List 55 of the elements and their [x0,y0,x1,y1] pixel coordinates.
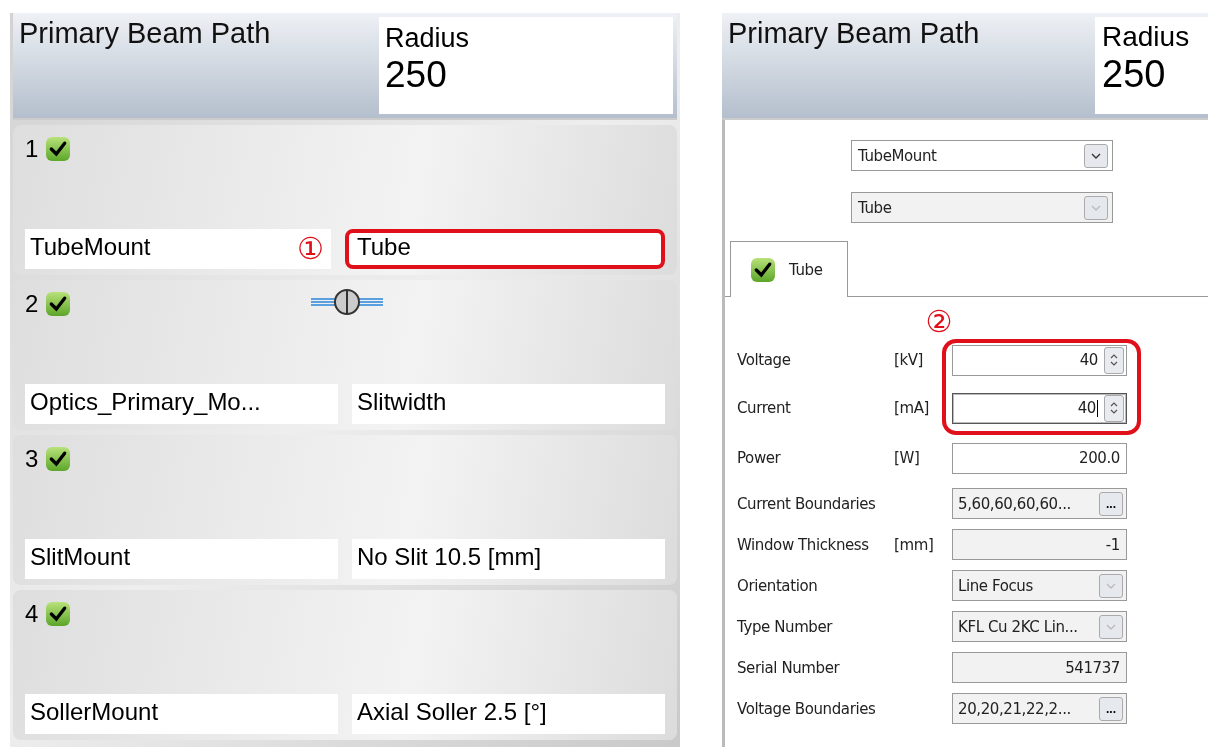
slot-number: 3 [25,445,39,473]
callout-number: ② [925,302,952,339]
unit-label: [kV] [894,351,925,369]
field-label: Voltage Boundaries [737,699,877,718]
component-field[interactable]: Axial Soller 2.5 [°] [352,694,665,734]
text-input[interactable]: -1 [952,529,1127,560]
list-value: 20,20,21,22,2... [958,699,1071,718]
callout-number: ① [297,231,324,266]
checkbox[interactable] [46,292,71,316]
browse-button[interactable]: ... [1099,491,1123,516]
unit-label: [W] [894,449,921,467]
checkbox[interactable] [46,137,71,161]
list-input[interactable]: 20,20,21,22,2... ... [952,693,1127,724]
text-input[interactable]: 541737 [952,652,1127,683]
browse-button[interactable]: ... [1099,696,1123,721]
lens-icon [309,288,385,316]
number-input[interactable]: 40 [952,344,1127,376]
radius-value: 250 [385,54,448,96]
radius-label: Radius [1102,21,1191,53]
dropdown[interactable]: TubeMount [851,140,1113,171]
mount-field[interactable]: Optics_Primary_Mo... [25,384,338,424]
dropdown[interactable]: Line Focus [952,570,1127,601]
spinner-icon[interactable] [1104,394,1124,422]
component-field[interactable]: Slitwidth [352,384,665,424]
field-label: Current [737,399,792,417]
spinner-icon[interactable] [1104,346,1124,374]
checkbox-icon [751,257,775,282]
unit-label: [mA] [894,399,930,417]
dropdown[interactable]: KFL Cu 2KC Lin... [952,611,1127,642]
mount-field[interactable]: SollerMount [25,694,338,734]
field-label: Power [737,449,782,467]
field-label: Voltage [737,351,792,369]
radius-label: Radius [385,23,471,54]
field-label: Window Thickness [737,535,870,554]
radius-value: 250 [1102,53,1167,96]
field-label: Type Number [737,617,834,636]
checkbox[interactable] [46,447,71,471]
component-field[interactable]: Tube [345,229,665,269]
text-input[interactable]: 200.0 [952,442,1127,474]
unit-label: [mm] [894,535,935,554]
number-input[interactable]: 40 [952,392,1127,424]
panel-title: Primary Beam Path [727,16,981,51]
list-value: 5,60,60,60,60... [958,494,1071,513]
slot-number: 1 [25,135,39,163]
tube-tab[interactable]: Tube [730,241,848,297]
panel-title: Primary Beam Path [18,16,272,51]
list-input[interactable]: 5,60,60,60,60... ... [952,488,1127,519]
mount-field[interactable]: SlitMount [25,539,338,579]
field-label: Serial Number [737,658,841,677]
field-label: Current Boundaries [737,494,877,513]
checkbox[interactable] [46,602,71,626]
component-field[interactable]: No Slit 10.5 [mm] [352,539,665,579]
field-label: Orientation [737,576,819,595]
slot-number: 2 [25,290,39,318]
slot-number: 4 [25,600,39,628]
